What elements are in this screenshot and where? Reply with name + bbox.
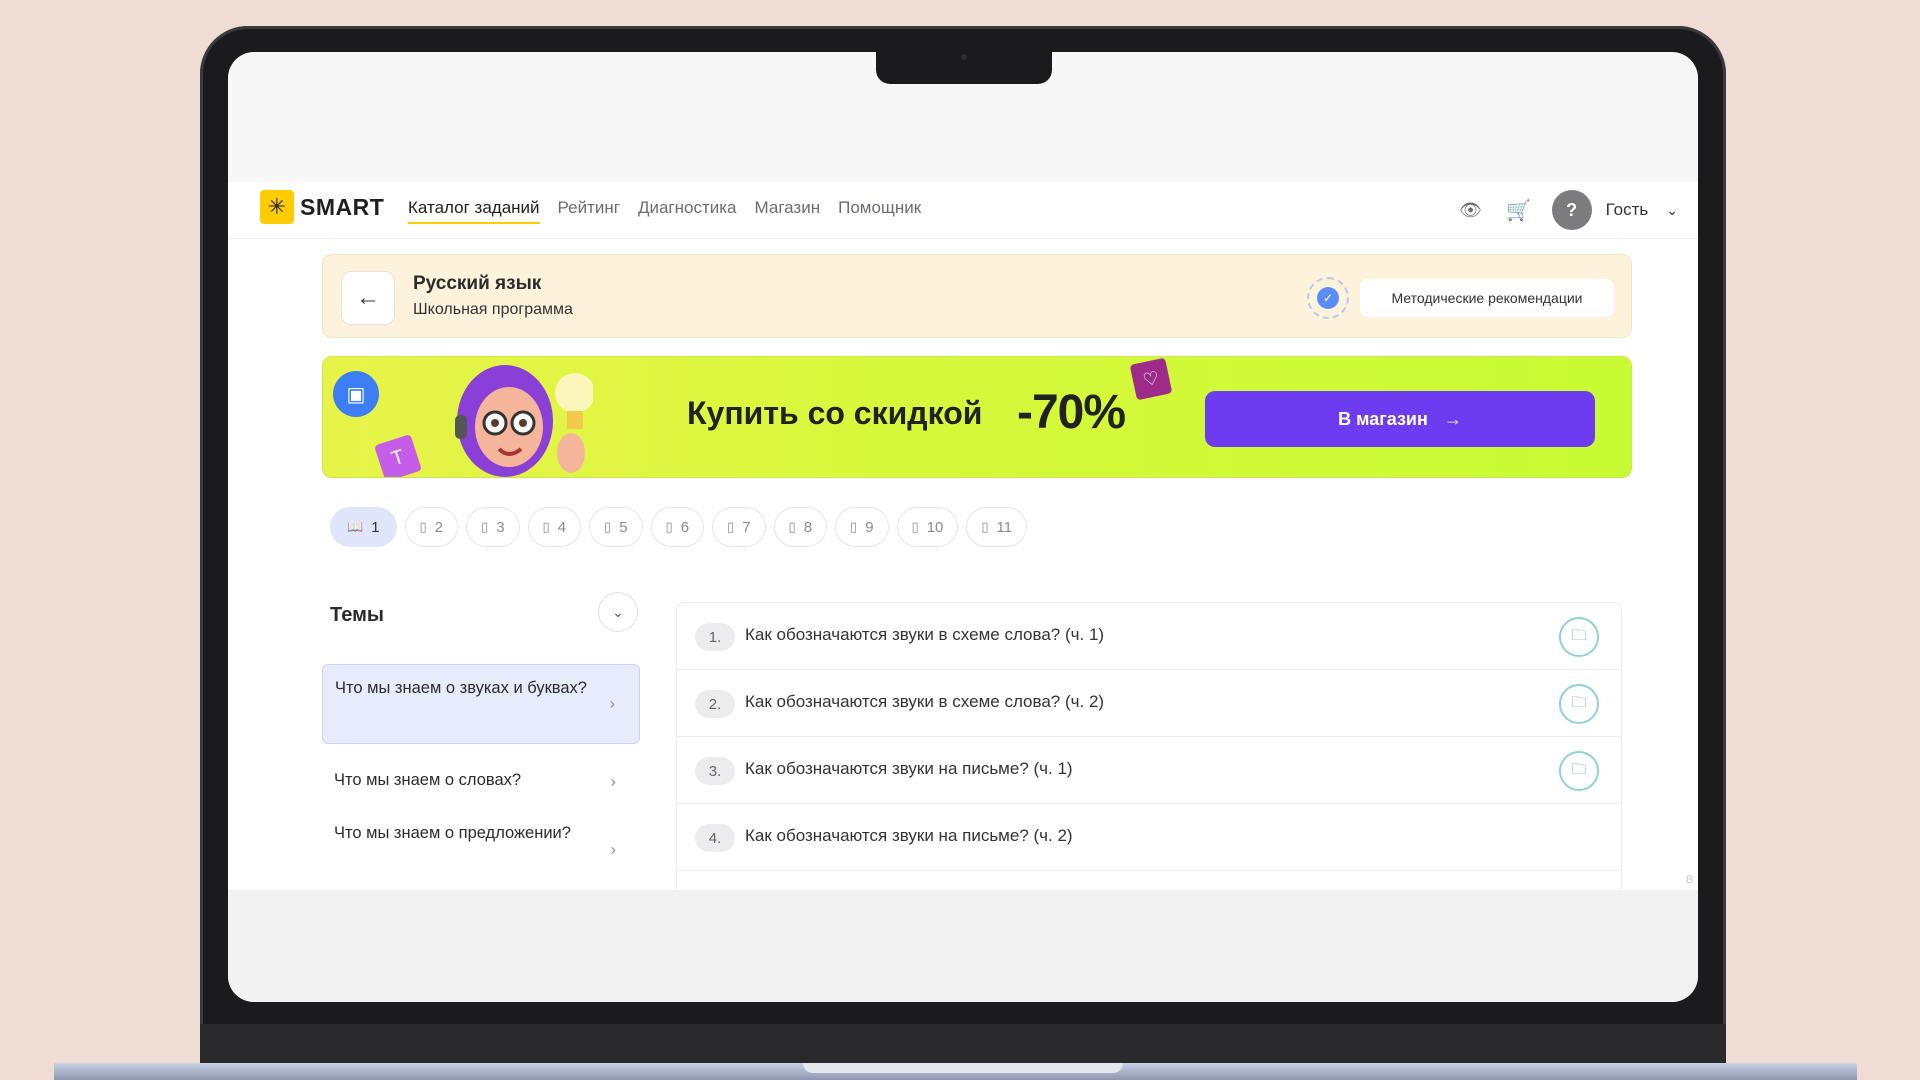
book-icon: ▯ — [727, 519, 735, 534]
scroll-label: В — [1686, 874, 1694, 886]
grade-tab-2[interactable]: ▯ 2 — [404, 507, 459, 547]
lesson-title: Как обозначаются звуки в схеме слова? (ч… — [745, 692, 1105, 711]
avatar[interactable]: ? — [1551, 190, 1592, 230]
chevron-right-icon: › — [610, 773, 616, 791]
shop-button[interactable]: В магазин → — [1205, 391, 1595, 447]
app: ✳ SMART Каталог заданий Рейтинг Диагност… — [228, 52, 1698, 1002]
subject-title: Русский язык — [413, 273, 542, 294]
grade-tab-6[interactable]: ▯ 6 — [650, 507, 705, 547]
lesson-row[interactable]: 2. Как обозначаются звуки в схеме слова?… — [677, 670, 1621, 737]
arrow-left-icon: ← — [356, 284, 380, 311]
topic-item[interactable]: Что мы знаем о предложении? › — [322, 810, 640, 890]
shop-button-label: В магазин — [1338, 408, 1428, 429]
promo-banner[interactable]: ▣ Т ♡ Купить со скидкой -70% В магазин → — [322, 356, 1632, 478]
chevron-right-icon: › — [609, 695, 615, 713]
lesson-title: Как обозначаются звуки на письме? (ч. 2) — [745, 826, 1073, 845]
nav-link-rating[interactable]: Рейтинг — [558, 198, 620, 224]
topic-item[interactable]: Что мы знаем о словах? › — [322, 757, 640, 807]
nav-link-diagnostics[interactable]: Диагностика — [638, 198, 737, 224]
book-icon: ▯ — [665, 519, 673, 534]
nav-link-shop[interactable]: Магазин — [755, 198, 821, 224]
laptop-base-notch — [803, 1063, 1123, 1073]
book-icon: ▯ — [788, 519, 796, 534]
lesson-row[interactable]: 3. Как обозначаются звуки на письме? (ч.… — [677, 737, 1621, 804]
topic-label: Что мы знаем о звуках и буквах? — [335, 679, 587, 697]
sun-logo-icon: ✳ — [260, 190, 294, 224]
grade-tab-9[interactable]: ▯ 9 — [835, 507, 889, 547]
topic-item[interactable]: Что мы знаем о звуках и буквах? › — [322, 664, 640, 744]
book-icon: ▯ — [604, 519, 612, 534]
book-icon: ▯ — [481, 519, 489, 534]
user-name[interactable]: Гость — [1606, 200, 1649, 220]
folder-icon[interactable]: 🗀 — [1559, 751, 1599, 791]
grade-tab-11[interactable]: ▯ 11 — [966, 507, 1028, 547]
nav-right: 👁 🛒 ? Гость ⌄ — [1456, 190, 1678, 230]
image-icon: ▣ — [333, 371, 379, 417]
lesson-row[interactable]: 1. Как обозначаются звуки в схеме слова?… — [677, 603, 1621, 670]
open-book-icon: 📖 — [347, 519, 364, 534]
camera-notch — [876, 52, 1052, 84]
lesson-row[interactable]: 4. Как обозначаются звуки на письме? (ч.… — [677, 804, 1621, 871]
grade-tab-1[interactable]: 📖 1 — [330, 507, 397, 547]
lesson-number: 4. — [695, 824, 735, 852]
letter-tile: Т — [374, 434, 422, 477]
arrow-right-icon: → — [1443, 408, 1462, 429]
chevron-down-icon[interactable]: ⌄ — [1666, 202, 1678, 219]
lesson-number: 1. — [695, 623, 735, 651]
page-footer-area — [228, 890, 1698, 1002]
grade-tab-5[interactable]: ▯ 5 — [589, 507, 643, 547]
back-button[interactable]: ← — [341, 271, 395, 325]
grade-tab-8[interactable]: ▯ 8 — [773, 507, 828, 547]
logo-text: SMART — [300, 193, 385, 220]
cart-icon[interactable]: 🛒 — [1504, 198, 1534, 223]
chevron-down-icon: ⌄ — [612, 603, 624, 620]
book-icon: ▯ — [981, 519, 989, 534]
folder-icon[interactable]: 🗀 — [1559, 617, 1599, 657]
verified-badge-icon: ✓ — [1307, 277, 1349, 319]
subject-subtitle: Школьная программа — [413, 301, 573, 318]
lesson-title: Как обозначаются звуки на письме? (ч. 1) — [745, 759, 1073, 778]
topic-label: Что мы знаем о словах? — [334, 771, 522, 789]
subject-header: ← Русский язык Школьная программа ✓ Мето… — [322, 254, 1632, 338]
grade-tab-10[interactable]: ▯ 10 — [896, 507, 959, 547]
folder-icon[interactable]: 🗀 — [1559, 684, 1599, 724]
lesson-number: 2. — [695, 690, 735, 718]
eye-icon[interactable]: 👁 — [1456, 200, 1486, 221]
camera-icon — [961, 54, 967, 60]
screen: ✳ SMART Каталог заданий Рейтинг Диагност… — [228, 52, 1698, 1002]
grade-tab-3[interactable]: ▯ 3 — [466, 507, 520, 547]
grade-tabs: 📖 1 ▯ 2 ▯ 3 ▯ 4 ▯ 5 ▯ 6 ▯ 7 ▯ 8 ▯ 9 ▯ 10 ▯ 11 — [330, 507, 1028, 547]
grade-tab-7[interactable]: ▯ 7 — [712, 507, 766, 547]
chevron-right-icon: › — [610, 841, 616, 859]
topics-title: Темы — [330, 604, 384, 626]
nav-links: Каталог заданий Рейтинг Диагностика Мага… — [408, 198, 921, 224]
grade-tab-4[interactable]: ▯ 4 — [527, 507, 582, 547]
promo-discount: -70% — [1017, 386, 1126, 439]
book-icon: ▯ — [911, 519, 919, 534]
book-icon: ▯ — [419, 519, 427, 534]
character-illustration — [455, 365, 593, 477]
nav-link-catalog[interactable]: Каталог заданий — [408, 198, 540, 224]
book-icon: ▯ — [850, 519, 858, 534]
book-icon: ▯ — [542, 519, 550, 534]
lesson-number: 3. — [695, 757, 735, 785]
heart-icon: ♡ — [1129, 357, 1173, 401]
laptop-bezel-bottom — [200, 1024, 1726, 1066]
lesson-title: Как обозначаются звуки в схеме слова? (ч… — [745, 625, 1105, 644]
promo-text: Купить со скидкой — [687, 395, 983, 431]
topics-toggle[interactable]: ⌄ — [598, 592, 638, 632]
nav-link-assistant[interactable]: Помощник — [838, 198, 921, 224]
method-recommendations-button[interactable]: Методические рекомендации — [1360, 279, 1614, 317]
navbar: ✳ SMART Каталог заданий Рейтинг Диагност… — [228, 182, 1698, 238]
topic-label: Что мы знаем о предложении? — [334, 824, 571, 842]
logo[interactable]: ✳ SMART — [260, 190, 384, 224]
